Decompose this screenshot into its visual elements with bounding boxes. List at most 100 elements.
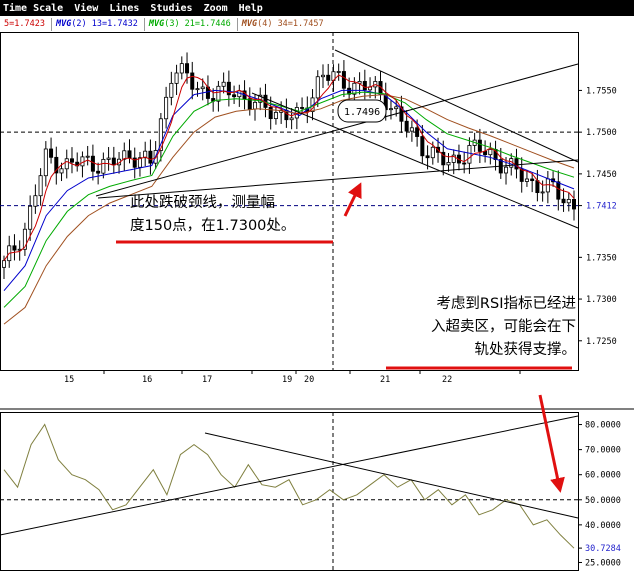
candle-body: [446, 162, 451, 166]
candle-body: [519, 168, 524, 182]
forex-chart: 1.7550 1.7500 1.7450 1.7412 1.7350 1.7300 1.72…: [0, 32, 634, 571]
candle-body: [430, 146, 435, 159]
candle-body: [462, 162, 467, 165]
candle-body: [561, 198, 566, 204]
candle-body: [341, 71, 346, 89]
rsi-axis-label: 50.0000: [585, 496, 621, 506]
candle-body: [28, 205, 33, 230]
price-axis-label: 1.7550: [586, 86, 617, 96]
candle-body: [273, 111, 278, 120]
candle-body: [64, 158, 69, 170]
candle-body: [179, 63, 184, 74]
price-axis-label: 1.7350: [586, 253, 617, 263]
date-axis-strip: [0, 371, 634, 409]
candle-body: [221, 81, 226, 87]
candle-body: [174, 72, 179, 84]
date-label: 16: [142, 375, 152, 385]
candle-body: [362, 81, 367, 91]
candle-body: [572, 199, 577, 210]
candle-body: [59, 168, 64, 174]
rsi-axis-label: 25.0000: [585, 558, 621, 568]
candle-body: [467, 145, 472, 164]
candle-body: [514, 158, 519, 170]
rsi-annotation-line-3: 轨处获得支撑。: [474, 342, 577, 358]
rsi-axis-current-label: 30.7284: [585, 544, 621, 554]
candle-body: [420, 136, 425, 157]
candle-body: [33, 195, 38, 207]
candle-body: [253, 101, 258, 110]
date-label: 15: [64, 375, 74, 385]
candle-body: [232, 94, 237, 98]
candle-body: [336, 71, 341, 73]
candle-body: [190, 72, 195, 90]
candle-body: [106, 157, 111, 160]
candle-body: [111, 157, 116, 166]
neckline-annotation-line-2: 度150点，在1.7300处。: [130, 218, 296, 234]
rsi-annotation-line-1: 考虑到RSI指标已经进: [436, 296, 576, 312]
candle-body: [326, 74, 331, 81]
candle-body: [409, 127, 414, 132]
candle-body: [566, 199, 571, 204]
date-label: 20: [304, 375, 314, 385]
candle-body: [300, 107, 305, 109]
rsi-annotation-line-2: 入超卖区，可能会在下: [431, 319, 576, 335]
candle-body: [12, 245, 17, 251]
rsi-axis-label: 70.0000: [585, 446, 621, 456]
candle-body: [535, 180, 540, 194]
candle-body: [195, 88, 200, 91]
candle-body: [556, 181, 561, 200]
price-axis-current-label: 1.7412: [586, 202, 617, 212]
rsi-falling-trendline: [204, 432, 579, 519]
candle-body: [504, 166, 509, 174]
neckline-annotation: 此处跌破颈线，测量幅 度150点，在1.7300处。: [130, 192, 295, 238]
candle-body: [315, 76, 320, 99]
candle-body: [540, 191, 545, 194]
candlestick-series: [2, 52, 577, 280]
rsi-annotation: 考虑到RSI指标已经进 入超卖区，可能会在下 轨处获得支撑。: [384, 293, 576, 362]
candle-body: [483, 150, 488, 156]
rsi-rising-trendline: [0, 415, 579, 536]
price-axis-label: 1.7250: [586, 337, 617, 347]
candle-body: [49, 148, 54, 158]
neckline-annotation-line-1: 此处跌破颈线，测量幅: [130, 195, 275, 211]
candle-body: [85, 155, 90, 158]
candle-body: [69, 158, 74, 163]
price-axis-label: 1.7300: [586, 295, 617, 305]
candle-body: [185, 63, 190, 74]
channel-lower-line: [251, 92, 579, 229]
candle-body: [289, 117, 294, 121]
price-axis-label: 1.7450: [586, 170, 617, 180]
candle-body: [96, 170, 101, 174]
candle-body: [90, 155, 95, 172]
rsi-axis-label: 80.0000: [585, 421, 621, 431]
candle-body: [477, 139, 482, 152]
candle-body: [2, 260, 7, 268]
candle-body: [404, 120, 409, 132]
rsi-axis-label: 60.0000: [585, 471, 621, 481]
date-label: 19: [282, 375, 292, 385]
date-label: 22: [442, 375, 452, 385]
candle-body: [169, 82, 174, 98]
candle-body: [524, 178, 529, 182]
candle-body: [488, 148, 493, 156]
candle-body: [148, 150, 153, 164]
candle-body: [394, 106, 399, 110]
candle-body: [80, 156, 85, 167]
candle-body: [101, 158, 106, 174]
rsi-line: [3, 423, 575, 549]
candle-body: [38, 175, 43, 197]
candle-body: [320, 74, 325, 78]
date-label: 21: [380, 375, 390, 385]
candle-body: [216, 85, 221, 102]
candle-body: [425, 155, 430, 159]
candle-body: [164, 96, 169, 120]
candle-body: [43, 148, 48, 177]
candle-body: [415, 127, 420, 137]
neckline-break-arrow: [343, 182, 362, 217]
rsi-axis-label: 40.0000: [585, 521, 621, 531]
candle-body: [530, 178, 535, 182]
candle-body: [388, 108, 393, 111]
crosshair-value-label: 1.7496: [344, 107, 380, 118]
candle-body: [127, 150, 132, 159]
candle-body: [268, 107, 273, 120]
